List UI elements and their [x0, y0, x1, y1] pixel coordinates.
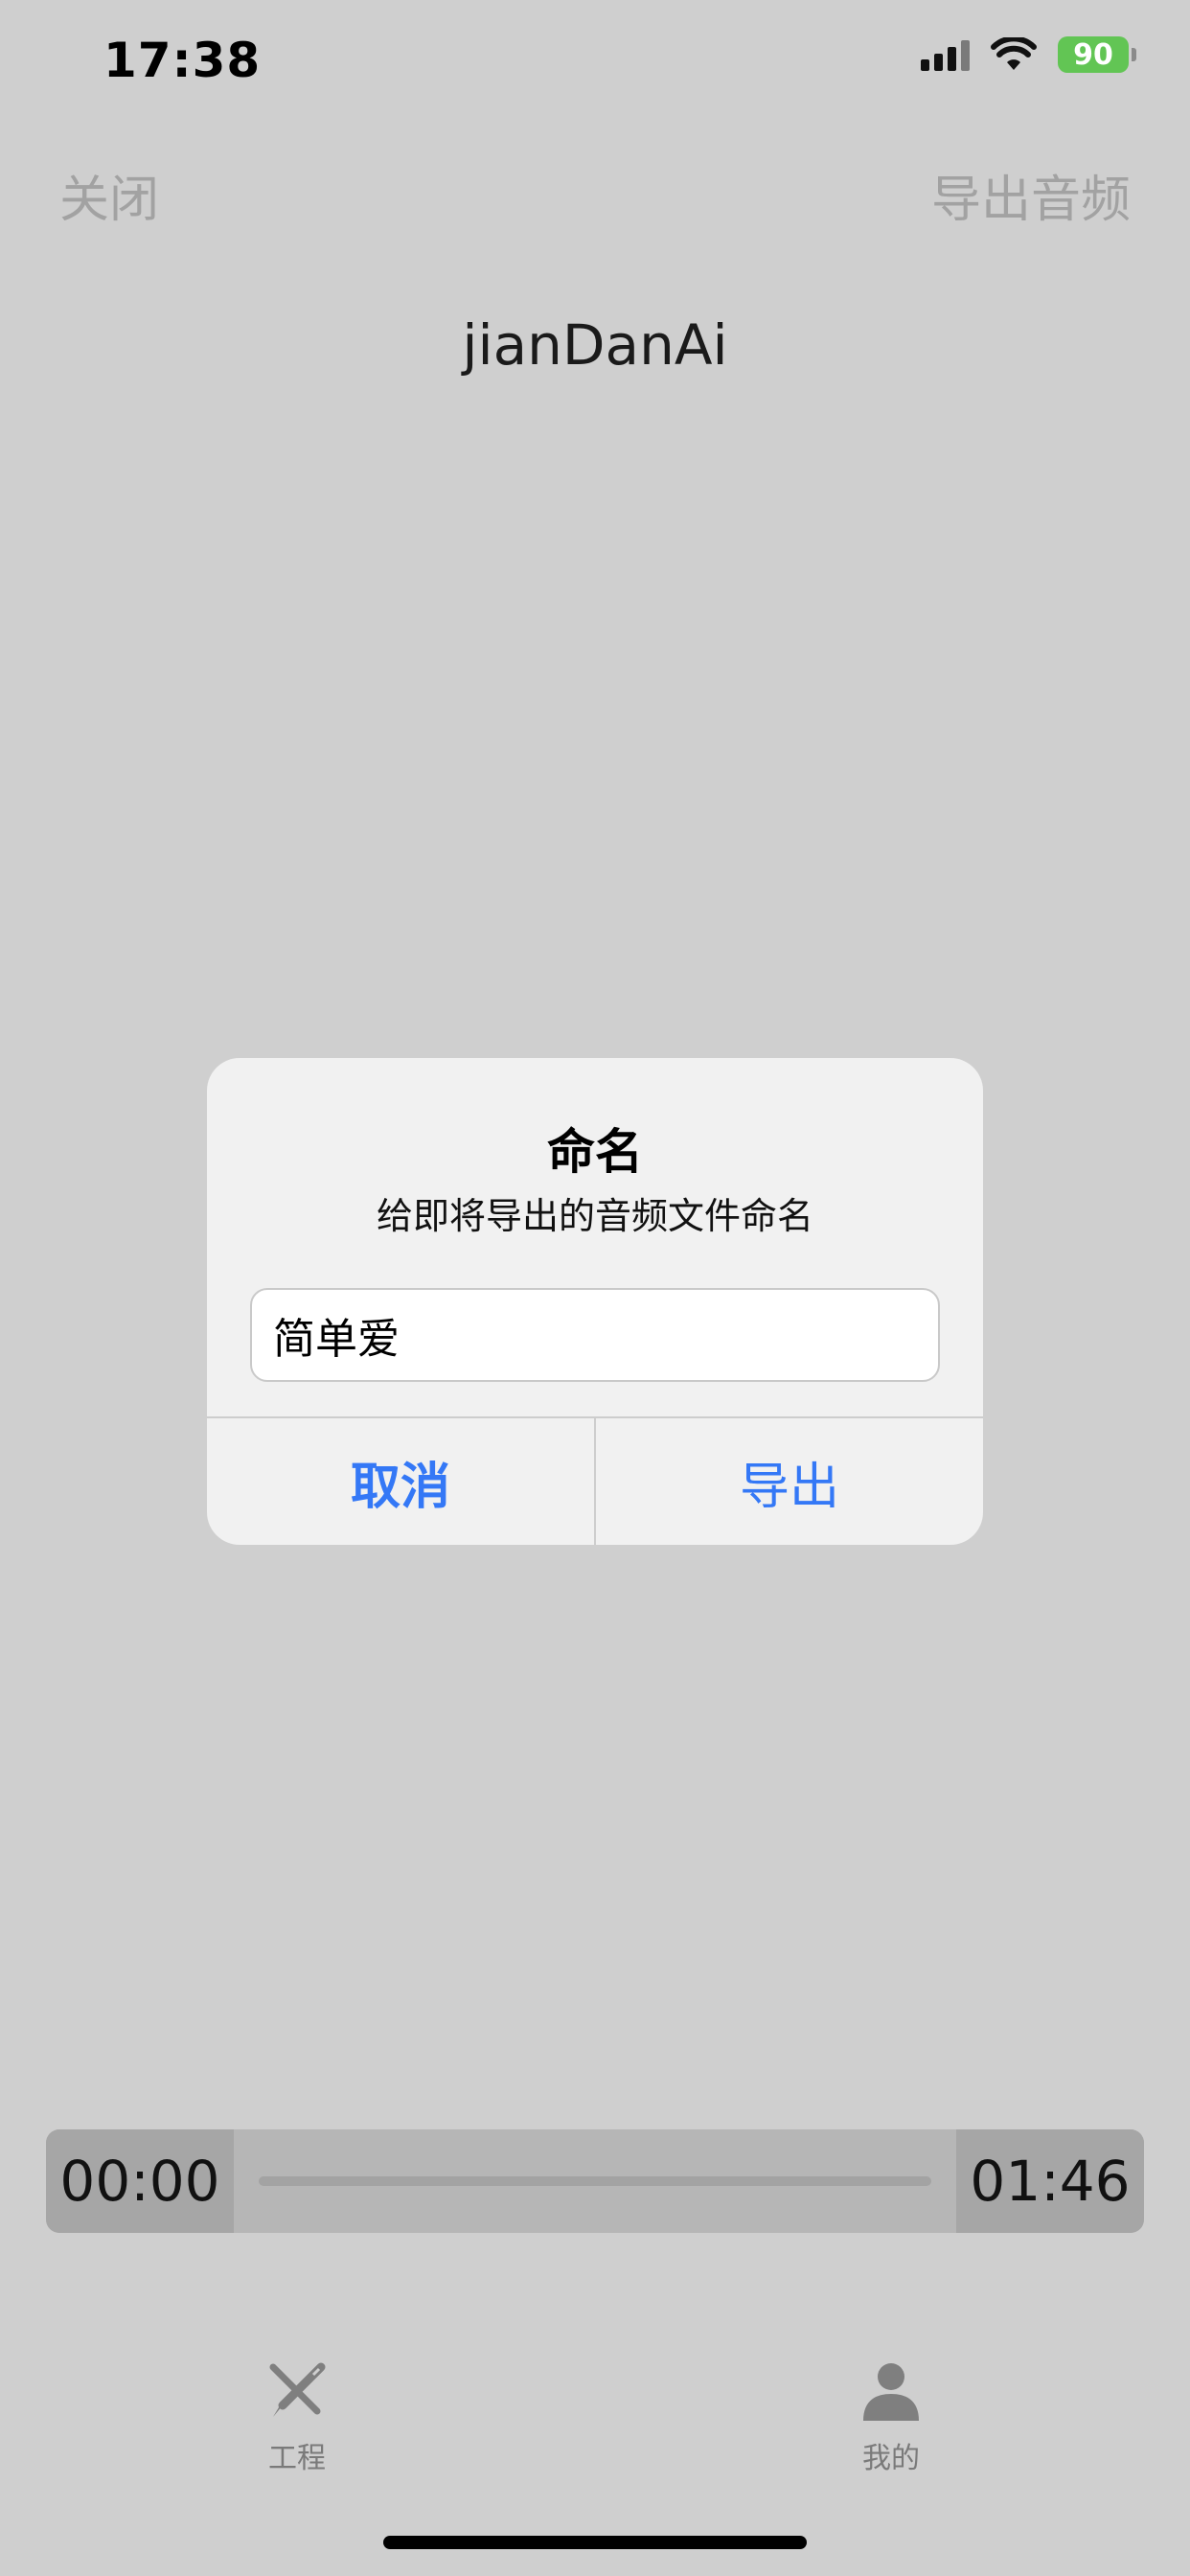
cancel-button[interactable]: 取消 [207, 1418, 594, 1545]
dialog-title: 命名 [547, 1124, 643, 1180]
person-icon [863, 2363, 919, 2421]
battery-level: 90 [1073, 37, 1113, 72]
current-time: 00:00 [46, 2129, 234, 2233]
signal-icon [921, 38, 970, 71]
dialog-message: 给即将导出的音频文件命名 [376, 1195, 813, 1237]
battery-charging-icon: 90 [1058, 36, 1136, 73]
tab-project[interactable]: 工程 [201, 2358, 393, 2476]
tab-project-label: 工程 [268, 2442, 326, 2475]
project-title: jianDanAi [462, 312, 728, 378]
filename-input[interactable] [250, 1288, 940, 1382]
home-indicator[interactable] [383, 2536, 807, 2549]
status-time: 17:38 [103, 33, 262, 88]
playback-progress-slider[interactable] [259, 2176, 931, 2186]
pencil-ruler-icon [269, 2362, 326, 2417]
rename-dialog: 命名 给即将导出的音频文件命名 取消 导出 [207, 1058, 983, 1545]
wifi-icon [991, 37, 1037, 70]
export-button[interactable]: 导出 [596, 1418, 983, 1545]
tab-mine-label: 我的 [862, 2442, 920, 2475]
status-icons: 90 [921, 36, 1136, 73]
export-audio-button[interactable]: 导出音频 [931, 159, 1131, 231]
close-button[interactable]: 关闭 [59, 159, 159, 231]
audio-player-bar: 00:00 01:46 [46, 2129, 1144, 2233]
total-time: 01:46 [956, 2129, 1144, 2233]
status-bar: 17:38 90 [0, 0, 1190, 125]
tab-mine[interactable]: 我的 [795, 2358, 987, 2476]
